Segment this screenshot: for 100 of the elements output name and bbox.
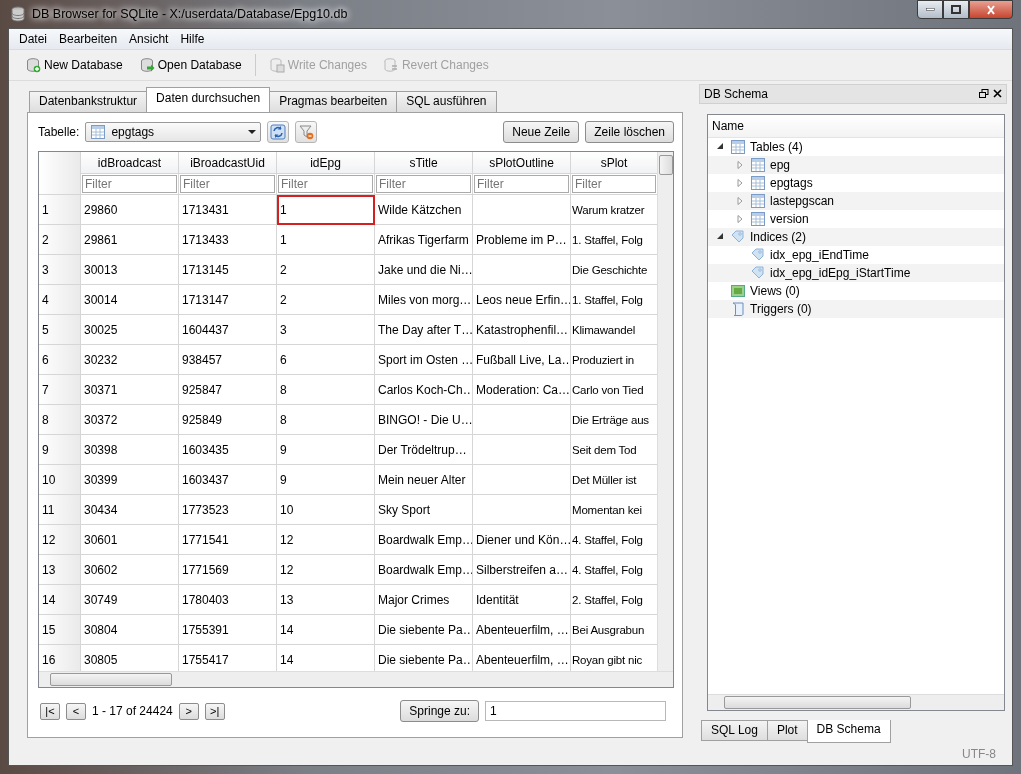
minimize-button[interactable]: [917, 0, 943, 19]
table-cell[interactable]: 30398: [81, 435, 179, 465]
table-cell[interactable]: 1713431: [179, 195, 277, 225]
tree-item[interactable]: idx_epg_iEndTime: [770, 247, 869, 262]
expand-arrow-icon[interactable]: [736, 178, 744, 187]
table-cell[interactable]: 12: [277, 525, 375, 555]
table-cell[interactable]: 10: [277, 495, 375, 525]
row-number[interactable]: 1: [39, 195, 81, 225]
column-header[interactable]: iBroadcastUid: [179, 152, 277, 174]
table-cell[interactable]: 29860: [81, 195, 179, 225]
table-cell[interactable]: 3: [277, 315, 375, 345]
tree-item[interactable]: Views (0): [750, 283, 800, 298]
table-cell[interactable]: 1: [277, 225, 375, 255]
table-dropdown[interactable]: epgtags: [85, 122, 262, 142]
table-cell[interactable]: Major Crimes: [375, 585, 473, 615]
tab[interactable]: Pragmas bearbeiten: [269, 91, 398, 112]
goto-button[interactable]: Springe zu:: [400, 700, 479, 722]
column-header[interactable]: sTitle: [375, 152, 473, 174]
filter-field[interactable]: Filter: [474, 175, 569, 193]
table-cell[interactable]: 30232: [81, 345, 179, 375]
table-cell[interactable]: 29861: [81, 225, 179, 255]
row-number[interactable]: 15: [39, 615, 81, 645]
table-cell[interactable]: 1773523: [179, 495, 277, 525]
tree-item[interactable]: version: [770, 211, 809, 226]
menu-item[interactable]: Hilfe: [174, 30, 211, 48]
table-cell[interactable]: 8: [277, 405, 375, 435]
table-cell[interactable]: Moderation: Ca…: [473, 375, 571, 405]
menu-item[interactable]: Datei: [13, 30, 53, 48]
filter-field[interactable]: Filter: [278, 175, 373, 193]
clear-filter-button[interactable]: [295, 121, 318, 143]
close-button[interactable]: [969, 0, 1013, 19]
column-header[interactable]: idBroadcast: [81, 152, 179, 174]
menu-item[interactable]: Bearbeiten: [53, 30, 124, 48]
menu-item[interactable]: Ansicht: [123, 30, 175, 48]
table-cell[interactable]: [473, 435, 571, 465]
expand-arrow-icon[interactable]: [736, 196, 744, 205]
table-cell[interactable]: Boardwalk Emp…: [375, 555, 473, 585]
toolbar-button[interactable]: Zeile löschen: [585, 121, 674, 143]
filter-field[interactable]: Filter: [82, 175, 177, 193]
filter-field[interactable]: Filter: [572, 175, 656, 193]
table-cell[interactable]: 30371: [81, 375, 179, 405]
table-cell[interactable]: 1771569: [179, 555, 277, 585]
table-cell[interactable]: 30013: [81, 255, 179, 285]
pager-button[interactable]: <: [66, 702, 86, 720]
column-header[interactable]: sPlotOutline: [473, 152, 571, 174]
table-cell[interactable]: 30602: [81, 555, 179, 585]
table-cell[interactable]: 30014: [81, 285, 179, 315]
table-cell[interactable]: 30601: [81, 525, 179, 555]
table-cell[interactable]: Sport im Osten …: [375, 345, 473, 375]
table-cell[interactable]: Boardwalk Emp…: [375, 525, 473, 555]
collapse-arrow-icon[interactable]: [716, 233, 724, 241]
filter-field[interactable]: Filter: [180, 175, 275, 193]
table-cell[interactable]: 1771541: [179, 525, 277, 555]
table-cell[interactable]: Katastrophenfil…: [473, 315, 571, 345]
table-cell[interactable]: Die siebente Pa…: [375, 615, 473, 645]
table-cell[interactable]: 30372: [81, 405, 179, 435]
table-cell[interactable]: 30749: [81, 585, 179, 615]
row-number[interactable]: 12: [39, 525, 81, 555]
tab[interactable]: DB Schema: [806, 720, 891, 743]
table-cell[interactable]: 1755391: [179, 615, 277, 645]
row-number[interactable]: 14: [39, 585, 81, 615]
table-cell[interactable]: Fußball Live, La…: [473, 345, 571, 375]
table-cell[interactable]: 2: [277, 285, 375, 315]
table-cell[interactable]: 30025: [81, 315, 179, 345]
tab[interactable]: Daten durchsuchen: [146, 87, 271, 112]
table-cell[interactable]: 9: [277, 465, 375, 495]
table-cell[interactable]: 925849: [179, 405, 277, 435]
pager-button[interactable]: >: [178, 702, 199, 720]
row-number[interactable]: 9: [39, 435, 81, 465]
table-cell[interactable]: Carlos Koch-Ch…: [375, 375, 473, 405]
table-cell[interactable]: Diener und Kön…: [473, 525, 571, 555]
table-cell[interactable]: 9: [277, 435, 375, 465]
table-cell[interactable]: 1603435: [179, 435, 277, 465]
column-header[interactable]: idEpg: [277, 152, 375, 174]
table-cell[interactable]: Mein neuer Alter: [375, 465, 473, 495]
pager-button[interactable]: >|: [204, 702, 225, 720]
table-cell[interactable]: Silberstreifen a…: [473, 555, 571, 585]
table-cell[interactable]: 1713145: [179, 255, 277, 285]
row-number[interactable]: 11: [39, 495, 81, 525]
horizontal-scrollbar[interactable]: [708, 694, 1004, 710]
table-cell[interactable]: [473, 195, 571, 225]
close-icon[interactable]: [993, 89, 1002, 99]
table-cell[interactable]: 30434: [81, 495, 179, 525]
table-cell[interactable]: 12: [277, 555, 375, 585]
horizontal-scrollbar[interactable]: [39, 671, 673, 687]
table-cell[interactable]: The Day after T…: [375, 315, 473, 345]
tab[interactable]: Datenbankstruktur: [29, 91, 148, 112]
toolbar-button[interactable]: New Database: [19, 54, 129, 76]
toolbar-button[interactable]: Neue Zeile: [503, 121, 580, 143]
table-cell[interactable]: 925847: [179, 375, 277, 405]
table-cell[interactable]: [473, 255, 571, 285]
table-cell[interactable]: 1603437: [179, 465, 277, 495]
table-cell[interactable]: 30399: [81, 465, 179, 495]
vertical-scrollbar[interactable]: [657, 152, 673, 671]
corner-header[interactable]: [39, 152, 81, 195]
row-number[interactable]: 10: [39, 465, 81, 495]
row-number[interactable]: 7: [39, 375, 81, 405]
table-cell[interactable]: 14: [277, 615, 375, 645]
table-cell[interactable]: 1780403: [179, 585, 277, 615]
tree-item[interactable]: Triggers (0): [750, 301, 812, 316]
